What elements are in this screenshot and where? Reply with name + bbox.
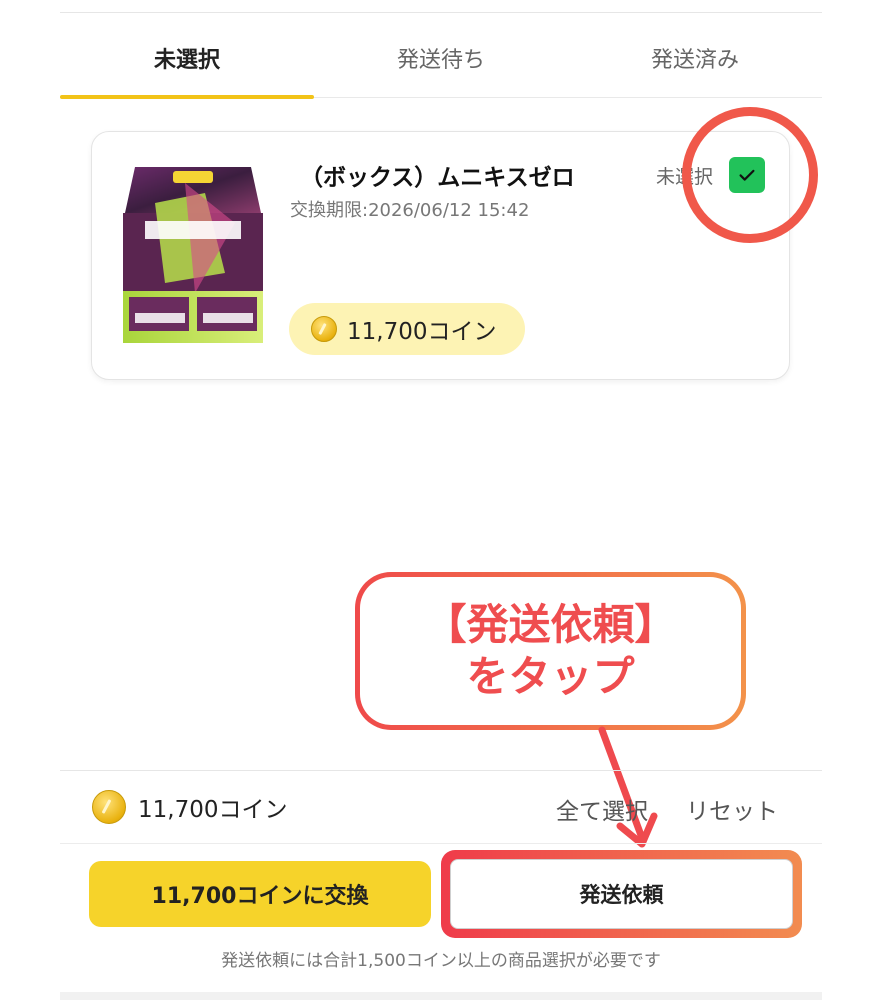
bottom-mid-divider — [60, 843, 822, 844]
product-title: （ボックス）ムニキスゼロ — [300, 165, 575, 191]
coin-icon — [92, 790, 126, 824]
reset-link[interactable]: リセット — [686, 792, 778, 826]
exchange-deadline: 交換期限:2026/06/12 15:42 — [290, 200, 530, 221]
instruction-callout: 【発送依頼】 をタップ — [355, 572, 746, 730]
tab-shipped[interactable]: 発送済み — [568, 26, 822, 97]
ship-request-button[interactable]: 発送依頼 — [450, 859, 793, 929]
minimum-coins-note: 発送依頼には合計1,500コイン以上の商品選択が必要です — [221, 951, 661, 971]
callout-line-2: をタップ — [466, 652, 635, 701]
coin-icon — [311, 316, 337, 342]
exchange-coins-button[interactable]: 11,700コインに交換 — [89, 861, 431, 927]
highlight-circle — [682, 107, 818, 243]
tab-unselected[interactable]: 未選択 — [60, 26, 314, 99]
select-all-link[interactable]: 全て選択 — [556, 792, 648, 826]
status-tabs: 未選択 発送待ち 発送済み — [60, 26, 822, 99]
callout-line-1: 【発送依頼】 — [424, 600, 677, 649]
footer-bar — [60, 992, 822, 1000]
tab-awaiting-shipment[interactable]: 発送待ち — [314, 26, 568, 97]
top-divider — [60, 12, 822, 13]
total-coins: 11,700コイン — [92, 790, 287, 824]
bottom-divider — [60, 770, 822, 771]
product-image — [123, 167, 263, 343]
pointer-arrow-icon — [598, 726, 658, 848]
ship-button-highlight: 発送依頼 — [441, 850, 802, 938]
item-coin-price: 11,700コイン — [289, 303, 525, 355]
